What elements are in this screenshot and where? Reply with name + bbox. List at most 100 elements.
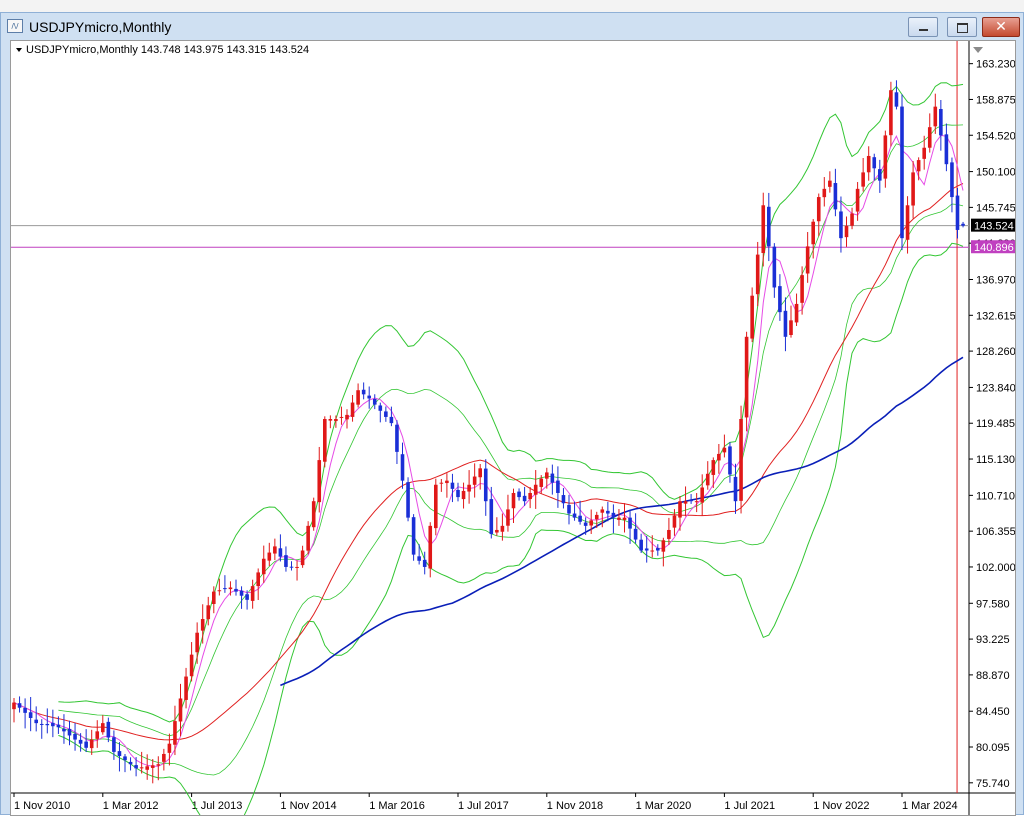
- candle-body: [150, 765, 155, 768]
- candle-body: [933, 106, 938, 127]
- maximize-button[interactable]: [947, 17, 977, 37]
- candle-body: [78, 739, 83, 744]
- candle-body: [334, 419, 338, 422]
- candle-body: [123, 756, 127, 761]
- title-bar[interactable]: /\/ USDJPYmicro,Monthly ✕: [1, 13, 1023, 41]
- candle-body: [500, 525, 505, 532]
- candle-body: [439, 482, 444, 484]
- price-tick-label: 97.580: [976, 598, 1010, 610]
- candlestick-series: [12, 80, 965, 784]
- candle-body: [339, 416, 344, 418]
- candle-body: [878, 169, 882, 181]
- candle-body: [456, 489, 460, 498]
- candle-body: [223, 588, 227, 590]
- price-tick-label: 145.745: [976, 202, 1015, 214]
- candle-body: [367, 395, 371, 399]
- time-tick-label: 1 Mar 2020: [636, 800, 692, 812]
- price-tick-label: 106.355: [976, 526, 1015, 538]
- candle-body: [461, 490, 466, 500]
- candle-body: [478, 468, 482, 478]
- time-tick-label: 1 Jul 2021: [724, 800, 775, 812]
- candle-body: [106, 721, 111, 738]
- candle-body: [600, 509, 605, 513]
- candle-body: [417, 556, 421, 561]
- candle-body: [134, 765, 138, 769]
- price-chart[interactable]: 163.230158.875154.520150.100145.745141.3…: [11, 41, 1015, 815]
- price-tick-label: 110.710: [976, 490, 1015, 502]
- candle-body: [556, 480, 560, 493]
- candle-body: [217, 590, 222, 592]
- candle-body: [317, 460, 322, 503]
- candle-body: [628, 517, 632, 529]
- candle-body: [45, 723, 50, 726]
- candle-body: [711, 460, 716, 475]
- bollinger-lower-band: [58, 242, 964, 815]
- chart-window: /\/ USDJPYmicro,Monthly ✕ 163.230 158.875…: [0, 12, 1024, 816]
- candle-body: [672, 515, 677, 528]
- candle-body: [839, 211, 843, 239]
- price-tick-label: 128.260: [976, 346, 1015, 358]
- candle-body: [750, 295, 754, 339]
- price-tick-label: 154.520: [976, 130, 1015, 142]
- price-tick-label: 119.485: [976, 418, 1015, 430]
- candle-body: [450, 482, 455, 489]
- candle-body: [17, 703, 22, 708]
- candle-body: [95, 731, 100, 739]
- candle-body: [689, 500, 693, 502]
- minimize-button[interactable]: [908, 17, 938, 37]
- candle-body: [850, 213, 854, 226]
- price-tick-label: 93.225: [976, 634, 1010, 646]
- candle-body: [395, 424, 399, 452]
- candle-body: [561, 495, 566, 504]
- candle-body: [911, 172, 915, 206]
- candle-body: [739, 419, 743, 501]
- candle-body: [422, 559, 427, 567]
- candle-body: [323, 419, 327, 462]
- candle-body: [955, 195, 960, 230]
- candle-body: [661, 540, 666, 552]
- price-tick-label: 150.100: [976, 167, 1015, 179]
- candle-body: [594, 514, 599, 520]
- candle-body: [372, 399, 377, 405]
- time-tick-label: 1 Nov 2022: [813, 800, 869, 812]
- candle-body: [617, 517, 621, 520]
- candle-body: [606, 510, 610, 514]
- candle-body: [644, 548, 649, 551]
- candle-body: [705, 473, 710, 486]
- close-icon: ✕: [995, 19, 1007, 35]
- candle-body: [939, 109, 943, 136]
- candle-body: [872, 157, 877, 169]
- candle-body: [62, 728, 66, 732]
- candle-body: [489, 499, 494, 535]
- maximize-icon: [957, 23, 968, 33]
- candle-body: [522, 495, 527, 502]
- candle-body: [112, 737, 116, 752]
- time-tick-label: 1 Nov 2018: [547, 800, 603, 812]
- candle-body: [550, 473, 555, 483]
- candle-body: [389, 416, 394, 424]
- candle-body: [145, 766, 149, 770]
- candle-body: [295, 566, 299, 568]
- candle-body: [783, 310, 788, 337]
- close-button[interactable]: ✕: [982, 17, 1020, 37]
- candle-body: [800, 275, 804, 303]
- candle-body: [67, 728, 72, 736]
- price-tick-label: 84.450: [976, 706, 1010, 718]
- candle-body: [495, 529, 499, 533]
- candle-body: [667, 529, 671, 539]
- time-tick-label: 1 Jul 2013: [192, 800, 243, 812]
- candle-body: [345, 414, 349, 420]
- candle-body: [916, 160, 921, 172]
- candle-body: [900, 106, 904, 239]
- candle-body: [611, 512, 616, 518]
- candle-body: [650, 550, 655, 552]
- chart-area[interactable]: 163.230158.875154.520150.100145.745141.3…: [10, 40, 1016, 816]
- candle-body: [861, 172, 865, 187]
- candle-body: [772, 246, 777, 288]
- candle-body: [34, 719, 38, 724]
- price-tick-label: 88.870: [976, 670, 1010, 682]
- candle-body: [733, 476, 738, 502]
- candle-body: [284, 555, 288, 567]
- candle-body: [533, 484, 538, 495]
- candle-body: [101, 723, 105, 733]
